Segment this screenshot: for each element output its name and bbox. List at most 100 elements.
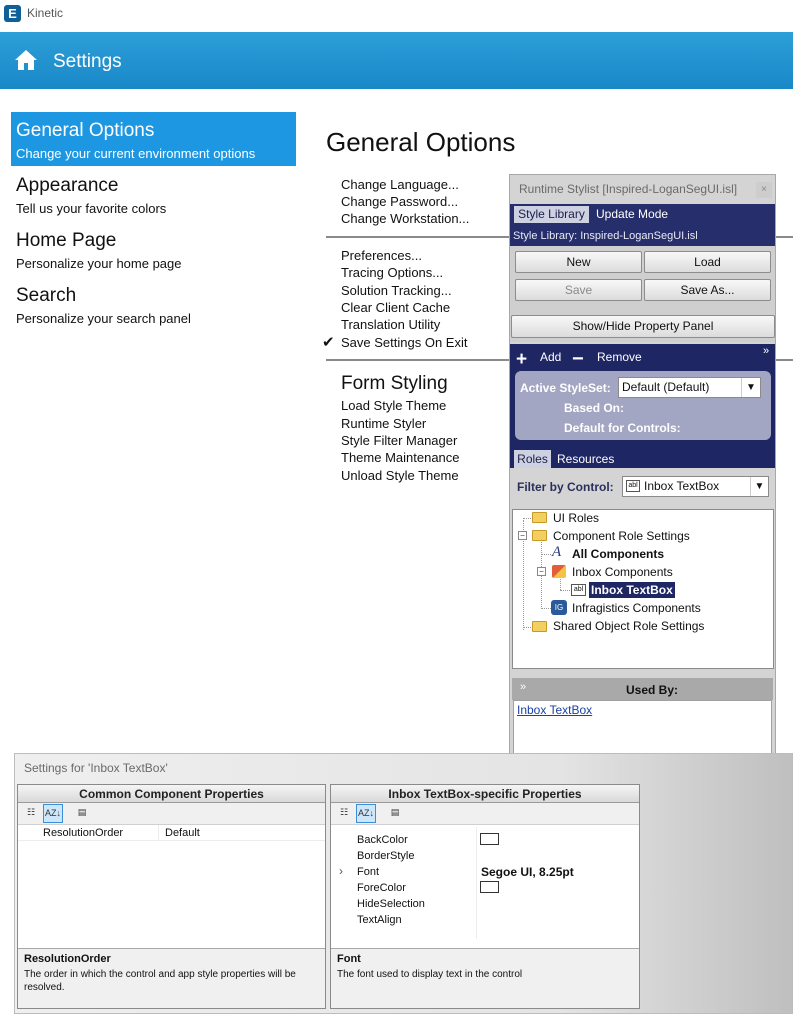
option-runtime-styler[interactable]: Runtime Styler <box>341 416 426 431</box>
tree-node-inbox-components[interactable]: Inbox Components <box>572 565 673 579</box>
tree-node-infragistics-components[interactable]: Infragistics Components <box>572 601 701 615</box>
tree-node-component-role-settings[interactable]: Component Role Settings <box>553 529 690 543</box>
property-name: ForeColor <box>357 882 406 894</box>
property-name: BackColor <box>357 834 408 846</box>
tree-line <box>523 518 531 519</box>
property-value[interactable]: Segoe UI, 8.25pt <box>481 865 574 879</box>
option-theme-maintenance[interactable]: Theme Maintenance <box>341 450 460 465</box>
option-tracing-options[interactable]: Tracing Options... <box>341 265 443 280</box>
property-pages-icon[interactable]: ▤ <box>385 804 405 823</box>
tab-resources[interactable]: Resources <box>557 451 614 467</box>
categorized-icon[interactable]: ☷ <box>334 804 354 823</box>
categorized-icon[interactable]: ☷ <box>21 804 41 823</box>
option-style-filter-manager[interactable]: Style Filter Manager <box>341 433 457 448</box>
tab-style-library[interactable]: Style Library <box>514 206 589 223</box>
folder-icon <box>532 621 547 632</box>
default-for-controls-label: Default for Controls: <box>564 421 681 435</box>
chevron-down-icon[interactable]: ▼ <box>750 477 768 496</box>
option-change-language[interactable]: Change Language... <box>341 177 459 192</box>
folder-open-icon <box>532 530 547 541</box>
remove-button[interactable]: Remove <box>597 350 642 364</box>
form-styling-heading: Form Styling <box>341 373 448 394</box>
property-row[interactable]: ResolutionOrder Default <box>18 825 325 841</box>
close-icon[interactable]: × <box>756 182 772 198</box>
description-text: The font used to display text in the con… <box>337 969 523 980</box>
menu-item-home-page[interactable]: Home Page Personalize your home page <box>11 222 296 276</box>
menu-item-general-options[interactable]: General Options Change your current envi… <box>11 112 296 166</box>
chevron-expand-icon[interactable]: » <box>763 345 769 357</box>
column-divider <box>476 827 477 939</box>
menu-item-appearance[interactable]: Appearance Tell us your favorite colors <box>11 167 296 221</box>
filter-by-control-select[interactable]: Inbox TextBox <box>622 476 769 497</box>
menu-item-subtitle: Personalize your home page <box>16 256 182 271</box>
tree-line <box>560 590 570 591</box>
home-icon[interactable] <box>14 48 38 72</box>
stylist-title: Runtime Stylist [Inspired-LoganSegUI.isl… <box>519 182 738 196</box>
menu-item-subtitle: Tell us your favorite colors <box>16 201 167 216</box>
option-change-workstation[interactable]: Change Workstation... <box>341 211 469 226</box>
property-value[interactable]: Default <box>165 827 200 839</box>
property-description: ResolutionOrder The order in which the c… <box>18 948 325 1008</box>
description-title: Font <box>337 953 361 965</box>
infragistics-icon: IG <box>551 600 567 615</box>
tree-node-all-components[interactable]: All Components <box>572 547 664 561</box>
textbox-icon: abl <box>571 584 586 596</box>
common-properties-header: Common Component Properties <box>18 785 325 803</box>
option-solution-tracking[interactable]: Solution Tracking... <box>341 283 452 298</box>
save-button[interactable]: Save <box>515 279 642 301</box>
tree-node-inbox-textbox[interactable]: Inbox TextBox <box>589 582 675 598</box>
tab-update-mode[interactable]: Update Mode <box>596 206 668 223</box>
used-by-title: Used By: <box>626 683 679 697</box>
menu-item-search[interactable]: Search Personalize your search panel <box>11 277 296 331</box>
column-divider <box>158 825 159 841</box>
window-titlebar <box>0 0 793 30</box>
checkmark-icon: ✔ <box>322 334 335 351</box>
forecolor-swatch[interactable] <box>480 881 499 893</box>
menu-item-title: Home Page <box>16 230 117 251</box>
option-load-style-theme[interactable]: Load Style Theme <box>341 398 446 413</box>
tree-line <box>541 608 551 609</box>
menu-item-title: General Options <box>16 120 155 141</box>
settings-dialog-title: Settings for 'Inbox TextBox' <box>24 761 168 775</box>
menu-item-subtitle: Change your current environment options <box>16 146 256 161</box>
tree-line <box>523 627 531 628</box>
option-translation-utility[interactable]: Translation Utility <box>341 317 440 332</box>
description-text: The order in which the control and app s… <box>24 969 296 993</box>
property-name: ResolutionOrder <box>43 827 124 839</box>
based-on-label: Based On: <box>564 401 625 415</box>
option-change-password[interactable]: Change Password... <box>341 194 458 209</box>
filter-by-control-label: Filter by Control: <box>517 480 614 494</box>
alphabetical-icon[interactable]: AZ↓ <box>356 804 376 823</box>
collapse-toggle-icon[interactable]: − <box>537 567 546 576</box>
chevron-down-icon[interactable]: ▼ <box>741 378 760 397</box>
chevron-collapse-icon[interactable]: » <box>520 681 526 693</box>
active-styleset-select[interactable]: Default (Default) <box>618 377 761 398</box>
backcolor-swatch[interactable] <box>480 833 499 845</box>
chevron-right-icon[interactable]: › <box>339 864 343 878</box>
textbox-icon: abl <box>626 480 640 492</box>
add-button[interactable]: Add <box>540 350 561 364</box>
minus-icon[interactable]: − <box>572 348 584 371</box>
tree-node-ui-roles[interactable]: UI Roles <box>553 511 599 525</box>
alphabetical-icon[interactable]: AZ↓ <box>43 804 63 823</box>
option-save-settings-on-exit[interactable]: Save Settings On Exit <box>341 335 467 350</box>
option-preferences[interactable]: Preferences... <box>341 248 422 263</box>
plus-icon[interactable]: + <box>516 349 527 371</box>
property-pages-icon[interactable]: ▤ <box>72 804 92 823</box>
property-grid-toolbar: ☷ AZ↓ ▤ <box>18 803 325 825</box>
tab-roles[interactable]: Roles <box>514 450 551 468</box>
property-name: TextAlign <box>357 914 402 926</box>
used-by-link[interactable]: Inbox TextBox <box>517 703 592 717</box>
collapse-toggle-icon[interactable]: − <box>518 531 527 540</box>
load-button[interactable]: Load <box>644 251 771 273</box>
new-button[interactable]: New <box>515 251 642 273</box>
menu-item-subtitle: Personalize your search panel <box>16 311 191 326</box>
tree-node-shared-object-role-settings[interactable]: Shared Object Role Settings <box>553 619 704 633</box>
option-clear-client-cache[interactable]: Clear Client Cache <box>341 300 450 315</box>
description-title: ResolutionOrder <box>24 953 111 965</box>
save-as-button[interactable]: Save As... <box>644 279 771 301</box>
specific-properties-grid: Inbox TextBox-specific Properties ☷ AZ↓ … <box>330 784 640 1009</box>
option-unload-style-theme[interactable]: Unload Style Theme <box>341 468 459 483</box>
show-hide-property-panel-button[interactable]: Show/Hide Property Panel <box>511 315 775 338</box>
menu-item-title: Appearance <box>16 175 119 196</box>
